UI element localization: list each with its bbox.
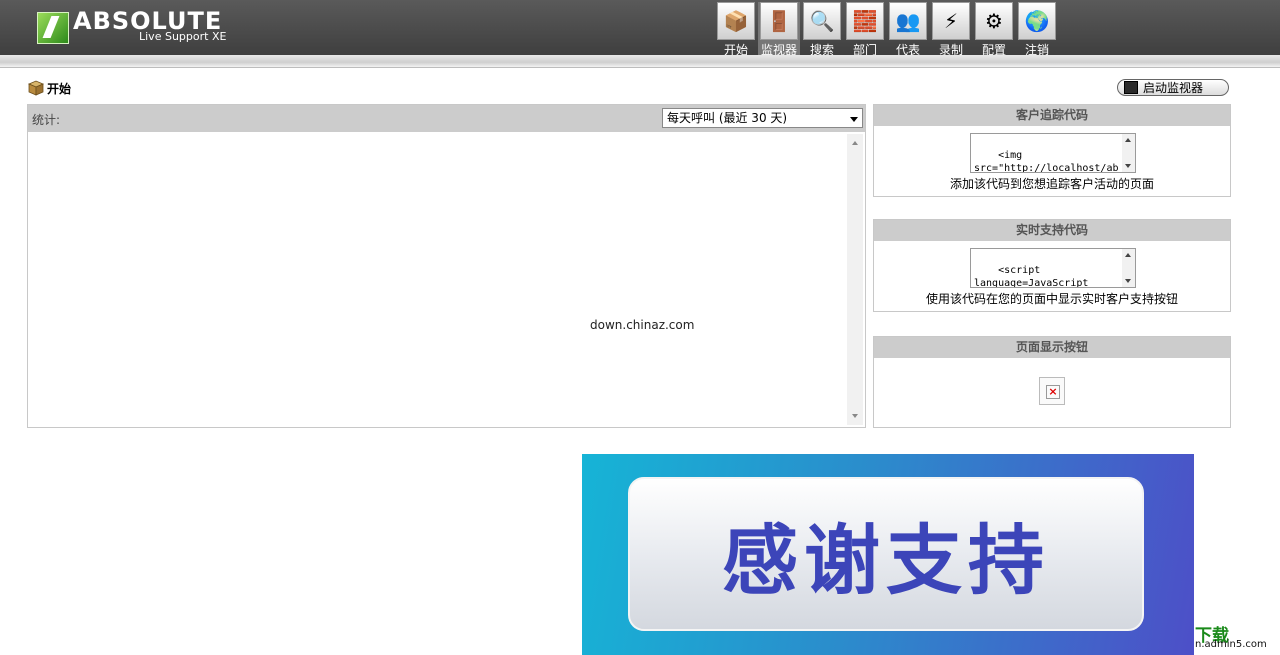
corner-brand: 下载 n.admin5.com — [1195, 621, 1280, 655]
page-button-box: 页面显示按钮 × — [873, 336, 1231, 428]
tracking-code-text: <img src="http://localhost/absolutels/vt… — [974, 150, 1119, 173]
settings-icon: ⚙ — [975, 2, 1013, 40]
live-support-code-text: <script language=JavaScript src="http://… — [974, 265, 1089, 288]
nav-item-settings[interactable]: ⚙ 配置 — [973, 2, 1015, 57]
textarea-scrollbar[interactable] — [1122, 249, 1135, 287]
textarea-scrollbar[interactable] — [1122, 134, 1135, 172]
departments-icon: 🧱 — [846, 2, 884, 40]
logo-subtitle: Live Support XE — [139, 30, 227, 43]
stats-select-value: 每天呼叫 (最近 30 天) — [667, 111, 788, 125]
stats-period-select[interactable]: 每天呼叫 (最近 30 天) — [662, 108, 863, 128]
close-icon: × — [1046, 385, 1060, 399]
nav-item-monitor[interactable]: 🚪 监视器 — [758, 2, 800, 57]
monitor-door-icon — [1124, 81, 1138, 94]
nav-item-departments[interactable]: 🧱 部门 — [844, 2, 886, 57]
nav-item-search[interactable]: 🔍 搜索 — [801, 2, 843, 57]
nav-item-representatives[interactable]: 👥 代表 — [887, 2, 929, 57]
page-button-title: 页面显示按钮 — [874, 337, 1230, 358]
nav-item-logout-globe[interactable]: 🌍 注销 — [1016, 2, 1058, 57]
live-support-code-textarea[interactable]: <script language=JavaScript src="http://… — [970, 248, 1136, 288]
tracking-code-caption: 添加该代码到您想追踪客户活动的页面 — [949, 177, 1154, 191]
box-icon — [27, 80, 45, 96]
page-title-text: 开始 — [47, 81, 72, 96]
representatives-icon: 👥 — [889, 2, 927, 40]
start-monitor-button[interactable]: 启动监视器 — [1117, 79, 1229, 96]
search-icon: 🔍 — [803, 2, 841, 40]
stats-panel: 统计: 每天呼叫 (最近 30 天) down.chinaz.com — [27, 104, 866, 428]
stats-label: 统计: — [32, 113, 61, 127]
nav-item-record[interactable]: ⚡ 录制 — [930, 2, 972, 57]
broken-image-icon[interactable]: × — [1039, 377, 1065, 405]
stats-scrollbar[interactable] — [847, 134, 863, 425]
scroll-down-icon[interactable] — [852, 414, 858, 418]
scroll-up-icon[interactable] — [1125, 138, 1131, 142]
header-divider — [0, 55, 1280, 68]
app-header: ABSOLUTE Live Support XE 📦 开始 🚪 监视器 🔍 搜索 🧱 部门 👥 代… — [0, 0, 1280, 57]
live-support-code-title: 实时支持代码 — [874, 220, 1230, 241]
scroll-up-icon[interactable] — [1125, 253, 1131, 257]
tracking-code-box: 客户追踪代码 <img src="http://localhost/absolu… — [873, 104, 1231, 197]
chevron-down-icon — [850, 117, 858, 122]
scroll-up-icon[interactable] — [852, 141, 858, 145]
logo-mark-icon — [37, 12, 69, 44]
box-icon: 📦 — [717, 2, 755, 40]
start-monitor-label: 启动监视器 — [1143, 81, 1204, 95]
stats-chart-area: down.chinaz.com — [28, 132, 865, 427]
logout-globe-icon: 🌍 — [1018, 2, 1056, 40]
record-icon: ⚡ — [932, 2, 970, 40]
monitor-icon: 🚪 — [760, 2, 798, 40]
thanks-banner: 感谢支持 — [582, 454, 1194, 655]
thanks-card: 感谢支持 — [628, 477, 1144, 631]
nav-item-box[interactable]: 📦 开始 — [715, 2, 757, 57]
stats-header: 统计: 每天呼叫 (最近 30 天) — [28, 105, 865, 132]
scroll-down-icon[interactable] — [1125, 164, 1131, 168]
thanks-text: 感谢支持 — [722, 516, 1050, 605]
corner-brand-sub: n.admin5.com — [1195, 639, 1267, 650]
watermark-text: down.chinaz.com — [590, 318, 695, 332]
page-title: 开始 — [27, 78, 71, 98]
tracking-code-title: 客户追踪代码 — [874, 105, 1230, 126]
scroll-down-icon[interactable] — [1125, 279, 1131, 283]
live-support-code-box: 实时支持代码 <script language=JavaScript src="… — [873, 219, 1231, 312]
tracking-code-textarea[interactable]: <img src="http://localhost/absolutels/vt… — [970, 133, 1136, 173]
live-support-code-caption: 使用该代码在您的页面中显示实时客户支持按钮 — [925, 292, 1178, 306]
